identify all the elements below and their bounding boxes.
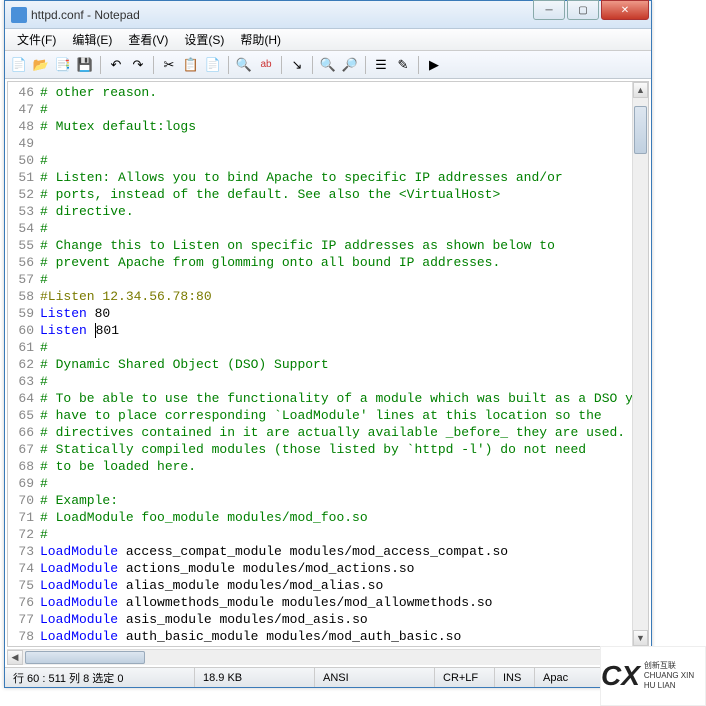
status-position: 行 60 : 511 列 8 选定 0: [5, 668, 195, 687]
separator: [153, 56, 154, 74]
editor[interactable]: 4647484950515253545556575859606162636465…: [7, 81, 649, 647]
menu-settings[interactable]: 设置(S): [176, 29, 232, 50]
separator: [228, 56, 229, 74]
statusbar: 行 60 : 511 列 8 选定 0 18.9 KB ANSI CR+LF I…: [5, 667, 651, 687]
cut-icon[interactable]: ✂: [159, 55, 179, 75]
menu-file[interactable]: 文件(F): [9, 29, 64, 50]
goto-icon[interactable]: ↘: [287, 55, 307, 75]
minimize-button[interactable]: ─: [533, 0, 565, 20]
status-ins: INS: [495, 668, 535, 687]
watermark-text1: 创新互联: [644, 661, 705, 671]
vertical-scrollbar[interactable]: ▲ ▼: [632, 82, 648, 646]
open-icon[interactable]: 📂: [31, 55, 51, 75]
line-gutter: 4647484950515253545556575859606162636465…: [8, 82, 40, 646]
horizontal-scrollbar[interactable]: ◀ ▶: [7, 649, 649, 665]
paste-icon[interactable]: 📄: [203, 55, 223, 75]
watermark-text2: CHUANG XIN HU LIAN: [644, 671, 705, 691]
scroll-thumb-h[interactable]: [25, 651, 145, 664]
close-button[interactable]: ✕: [601, 0, 649, 20]
menubar: 文件(F) 编辑(E) 查看(V) 设置(S) 帮助(H): [5, 29, 651, 51]
scroll-up-icon[interactable]: ▲: [633, 82, 648, 98]
mru-icon[interactable]: 📑: [53, 55, 73, 75]
window-title: httpd.conf - Notepad: [31, 8, 533, 22]
app-window: httpd.conf - Notepad ─ ▢ ✕ 文件(F) 编辑(E) 查…: [4, 0, 652, 688]
scroll-left-icon[interactable]: ◀: [7, 650, 23, 665]
menu-view[interactable]: 查看(V): [120, 29, 176, 50]
watermark: CX 创新互联 CHUANG XIN HU LIAN: [600, 646, 706, 706]
scroll-down-icon[interactable]: ▼: [633, 630, 648, 646]
separator: [281, 56, 282, 74]
zoomout-icon[interactable]: 🔎: [340, 55, 360, 75]
titlebar[interactable]: httpd.conf - Notepad ─ ▢ ✕: [5, 1, 651, 29]
status-eol: CR+LF: [435, 668, 495, 687]
watermark-logo: CX: [601, 660, 640, 692]
new-icon[interactable]: 📄: [9, 55, 29, 75]
find-icon[interactable]: 🔍: [234, 55, 254, 75]
replace-icon[interactable]: ab: [256, 55, 276, 75]
menu-edit[interactable]: 编辑(E): [64, 29, 120, 50]
separator: [365, 56, 366, 74]
zoomin-icon[interactable]: 🔍: [318, 55, 338, 75]
code-area[interactable]: # other reason.## Mutex default:logs## L…: [40, 82, 632, 646]
status-encoding: ANSI: [315, 668, 435, 687]
scroll-thumb[interactable]: [634, 106, 647, 154]
menu-help[interactable]: 帮助(H): [232, 29, 289, 50]
undo-icon[interactable]: ↶: [106, 55, 126, 75]
status-size: 18.9 KB: [195, 668, 315, 687]
separator: [418, 56, 419, 74]
separator: [100, 56, 101, 74]
save-icon[interactable]: 💾: [75, 55, 95, 75]
wrap-icon[interactable]: ☰: [371, 55, 391, 75]
separator: [312, 56, 313, 74]
run-icon[interactable]: ▶: [424, 55, 444, 75]
maximize-button[interactable]: ▢: [567, 0, 599, 20]
toolbar: 📄 📂 📑 💾 ↶ ↷ ✂ 📋 📄 🔍 ab ↘ 🔍 🔎 ☰ ✎ ▶: [5, 51, 651, 79]
app-icon: [11, 7, 27, 23]
copy-icon[interactable]: 📋: [181, 55, 201, 75]
font-icon[interactable]: ✎: [393, 55, 413, 75]
redo-icon[interactable]: ↷: [128, 55, 148, 75]
